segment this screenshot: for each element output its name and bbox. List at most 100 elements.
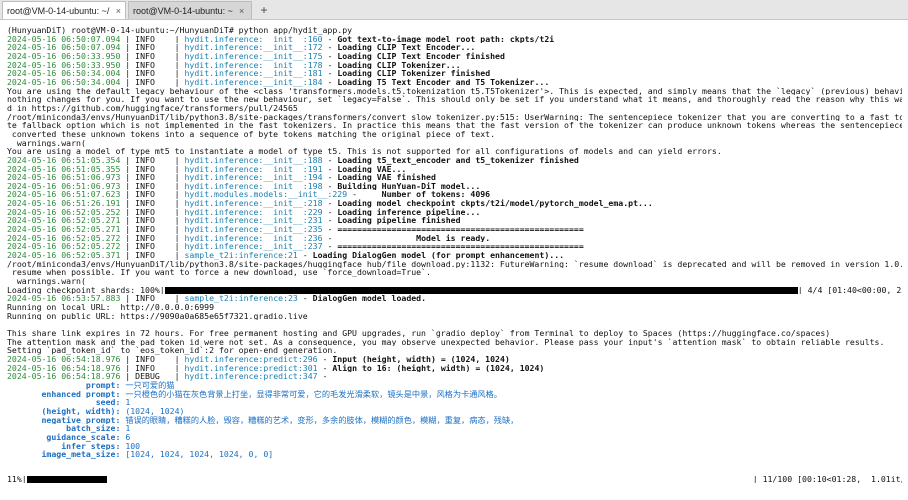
log-timestamp: 2024-05-16 06:54:18.976 xyxy=(7,363,121,373)
shell-prompt-line: (HunyuanDiT) root@VM-0-14-ubuntu:~/Hunyu… xyxy=(7,26,353,35)
param-value: 一只橙色的小猫在灰色背景上打坐，显得非常可爱，它的毛发光滑柔软，镜头是中景，风格… xyxy=(125,389,502,399)
log-module: hydit.inference:__init__:188 xyxy=(184,155,323,165)
log-line: 2024-05-16 06:52:05.271 | INFO | hydit.i… xyxy=(7,225,584,234)
log-line: 2024-05-16 06:54:18.976 | INFO | hydit.i… xyxy=(7,354,510,364)
log-line: 2024-05-16 06:54:18.976 | DEBUG | hydit.… xyxy=(7,372,333,381)
log-message: Loading t5_text_encoder and t5_tokenizer… xyxy=(337,155,579,165)
log-line: 2024-05-16 06:54:18.976 | INFO | hydit.i… xyxy=(7,363,545,373)
new-tab-button[interactable]: + xyxy=(256,2,272,18)
log-module: hydit.inference:__init__:178 xyxy=(184,60,323,70)
output-line: nothing changes for you. If you want to … xyxy=(7,95,902,104)
log-line: 2024-05-16 06:51:07.623 | INFO | hydit.m… xyxy=(7,190,491,200)
log-timestamp: 2024-05-16 06:50:07.094 xyxy=(7,43,121,52)
param-line: prompt: 一只可爱的猫 xyxy=(7,381,902,390)
log-message: Loading CLIP Tokenizer... xyxy=(337,60,461,70)
log-line: 2024-05-16 06:52:05.271 | INFO | hydit.i… xyxy=(7,216,461,226)
log-module: hydit.modules.models:__init__:229 xyxy=(184,190,348,200)
output-line: resume when possible. If you want to for… xyxy=(7,268,431,278)
log-line: 2024-05-16 06:51:05.354 | INFO | hydit.i… xyxy=(7,155,579,165)
log-module: hydit.inference:__init__:160 xyxy=(184,34,323,44)
log-message: Loading CLIP Tokenizer finished xyxy=(337,69,491,78)
log-level: INFO xyxy=(135,199,170,208)
log-module: hydit.inference:predict:347 xyxy=(184,372,318,381)
output-line: te fallback option which is not implemen… xyxy=(7,121,902,130)
log-message: Got text-to-image model root path: ckpts… xyxy=(337,34,555,44)
log-timestamp: 2024-05-16 06:53:57.883 xyxy=(7,294,121,303)
log-timestamp: 2024-05-16 06:51:06.973 xyxy=(7,181,121,191)
log-module: hydit.inference:__init__:218 xyxy=(184,199,323,208)
tab-terminal-1[interactable]: root@VM-0-14-ubuntu: ~/H × xyxy=(2,1,126,19)
log-line: 2024-05-16 06:52:05.252 | INFO | hydit.i… xyxy=(7,207,481,217)
param-line: guidance_scale: 6 xyxy=(7,433,902,442)
log-message: ========================================… xyxy=(337,225,584,234)
close-icon[interactable]: × xyxy=(116,6,121,16)
log-timestamp: 2024-05-16 06:52:05.272 xyxy=(7,233,121,243)
log-module: sample_t2i:inference:23 xyxy=(184,294,298,303)
log-line: 2024-05-16 06:52:05.272 | INFO | hydit.i… xyxy=(7,233,491,243)
output-line: Running on public URL: https://9090a0a68… xyxy=(7,311,308,321)
param-key: image_meta_size: xyxy=(7,450,121,459)
log-timestamp: 2024-05-16 06:52:05.272 xyxy=(7,242,121,252)
output-line: You are using a model of type mt5 to ins… xyxy=(7,147,722,156)
log-line: 2024-05-16 06:51:06.973 | INFO | hydit.i… xyxy=(7,181,481,191)
log-module: hydit.inference:__init__:184 xyxy=(184,77,323,87)
param-key: batch_size: xyxy=(7,424,121,433)
log-timestamp: 2024-05-16 06:50:34.004 xyxy=(7,69,121,78)
param-value: 1 xyxy=(125,398,131,407)
param-line: batch_size: 1 xyxy=(7,424,902,433)
log-level: INFO xyxy=(135,242,170,252)
param-line: image_meta_size: [1024, 1024, 1024, 1024… xyxy=(7,450,902,459)
checkpoint-progress-line: Loading checkpoint shards: 100%| | 4/4 [0… xyxy=(7,286,902,295)
log-message: Number of tokens: 4096 xyxy=(361,190,491,200)
log-timestamp: 2024-05-16 06:52:05.371 xyxy=(7,251,121,260)
param-value: 错误的眼睛，糟糕的人脸，毁容，糟糕的艺术，变形，多余的肢体，模糊的颜色，模糊，重… xyxy=(125,415,519,425)
log-line: 2024-05-16 06:50:07.094 | INFO | hydit.i… xyxy=(7,34,555,44)
log-level: INFO xyxy=(135,69,170,78)
param-value: [1024, 1024, 1024, 1024, 0, 0] xyxy=(125,450,274,459)
output-line: Setting `pad_token_id` to `eos_token_id`… xyxy=(7,346,338,355)
param-key: (height, width): xyxy=(7,406,121,416)
log-message: Loading model checkpoint ckpts/t2i/model… xyxy=(337,199,653,208)
log-timestamp: 2024-05-16 06:54:18.976 xyxy=(7,354,121,364)
log-timestamp: 2024-05-16 06:54:18.976 xyxy=(7,372,121,381)
log-module: hydit.inference:predict:296 xyxy=(184,354,318,364)
tab-terminal-2[interactable]: root@VM-0-14-ubuntu: ~ × xyxy=(128,1,252,19)
log-message: Loading CLIP Text Encoder... xyxy=(337,43,476,52)
log-level: INFO xyxy=(135,181,170,191)
log-level: INFO xyxy=(135,363,170,373)
log-line: 2024-05-16 06:51:05.355 | INFO | hydit.i… xyxy=(7,164,407,174)
log-level: INFO xyxy=(135,233,170,243)
log-module: hydit.inference:__init__:194 xyxy=(184,173,323,182)
log-level: INFO xyxy=(135,207,170,217)
log-timestamp: 2024-05-16 06:51:06.973 xyxy=(7,173,121,182)
log-level: INFO xyxy=(135,225,170,234)
log-message: DialogGen model loaded. xyxy=(312,294,427,303)
log-level: INFO xyxy=(135,51,170,61)
log-module: hydit.inference:__init__:235 xyxy=(184,225,323,234)
log-timestamp: 2024-05-16 06:51:07.623 xyxy=(7,190,121,200)
close-icon[interactable]: × xyxy=(239,6,244,16)
log-timestamp: 2024-05-16 06:51:05.354 xyxy=(7,155,121,165)
param-value: 一只可爱的猫 xyxy=(125,380,175,390)
log-level: INFO xyxy=(135,43,170,52)
log-level: INFO xyxy=(135,164,170,174)
output-line: warnings.warn( xyxy=(7,277,86,286)
log-message: Loading T5 Text Encoder and T5 Tokenizer… xyxy=(337,77,550,87)
log-line: 2024-05-16 06:50:07.094 | INFO | hydit.i… xyxy=(7,43,476,52)
log-message: Loading VAE... xyxy=(337,164,407,174)
param-key: enhanced prompt: xyxy=(7,389,121,399)
log-level: INFO xyxy=(135,354,170,364)
log-timestamp: 2024-05-16 06:50:07.094 xyxy=(7,34,121,44)
log-line: 2024-05-16 06:51:26.191 | INFO | hydit.i… xyxy=(7,199,653,208)
log-module: hydit.inference:predict:301 xyxy=(184,363,318,373)
checkpoint-progress-prefix: Loading checkpoint shards: 100%| xyxy=(7,285,165,295)
param-key: infer_steps: xyxy=(7,441,121,451)
checkpoint-progress-suffix: | 4/4 [01:40<00:00, 25.05s/it] xyxy=(797,285,902,295)
log-timestamp: 2024-05-16 06:52:05.252 xyxy=(7,207,121,217)
log-message: Model is ready. xyxy=(337,233,491,243)
log-line: 2024-05-16 06:50:33.950 | INFO | hydit.i… xyxy=(7,51,505,61)
log-module: hydit.inference:__init__:236 xyxy=(184,233,323,243)
terminal-output[interactable]: (HunyuanDiT) root@VM-0-14-ubuntu:~/Hunyu… xyxy=(0,20,908,483)
tab-terminal-2-label: root@VM-0-14-ubuntu: ~ xyxy=(133,5,233,16)
log-timestamp: 2024-05-16 06:51:26.191 xyxy=(7,199,121,208)
